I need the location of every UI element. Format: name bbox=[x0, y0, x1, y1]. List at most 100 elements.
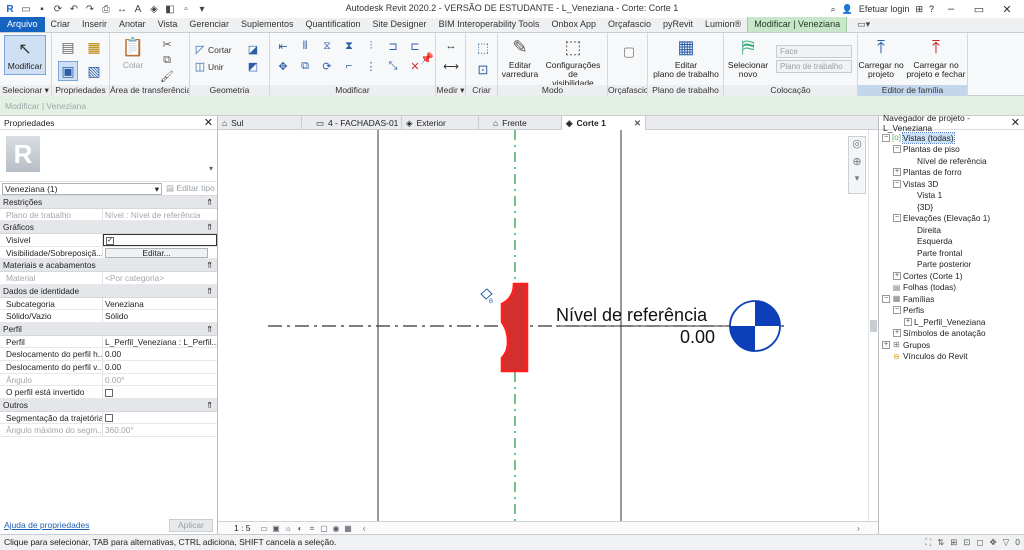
level-elevation[interactable]: 0.00 bbox=[680, 327, 715, 347]
view-tab-exterior[interactable]: ◈ Exterior bbox=[402, 116, 479, 130]
tab-lumion[interactable]: Lumion® bbox=[699, 17, 747, 32]
create-group-icon[interactable]: ⊡ bbox=[474, 61, 492, 79]
paste-button[interactable]: 📋 Colar bbox=[118, 35, 148, 70]
editable-workset-icon[interactable]: ⛶ bbox=[925, 535, 931, 550]
tree-item[interactable]: − Elevações (Elevação 1) bbox=[879, 213, 1024, 225]
section-restricoes[interactable]: Restrições ⇑ bbox=[0, 196, 217, 209]
search-icon[interactable]: ⌕ bbox=[831, 4, 836, 15]
properties-help-link[interactable]: Ajuda de propriedades bbox=[4, 520, 90, 530]
trim-icon[interactable]: ⊐ bbox=[386, 39, 400, 53]
tab-arquivo[interactable]: Arquivo bbox=[0, 17, 45, 32]
collapse-icon[interactable]: − bbox=[893, 214, 901, 223]
work-plane-option[interactable]: Plano de trabalho bbox=[776, 60, 852, 73]
minimize-icon[interactable]: – bbox=[940, 3, 962, 15]
collapse-icon[interactable]: − bbox=[893, 145, 901, 154]
inverted-checkbox[interactable] bbox=[105, 388, 113, 397]
tree-item[interactable]: Vista 1 bbox=[879, 190, 1024, 202]
load-and-close-button[interactable]: ⤒ Carregar no projeto e fechar bbox=[904, 35, 968, 79]
join-label[interactable]: Unir bbox=[208, 62, 224, 72]
section-perfil[interactable]: Perfil ⇑ bbox=[0, 322, 217, 336]
edit-sweep-button[interactable]: ✎ Editar varredura bbox=[500, 35, 540, 79]
properties-icon[interactable]: ▤ bbox=[58, 37, 78, 57]
tab-gerenciar[interactable]: Gerenciar bbox=[183, 17, 235, 32]
visible-checkbox[interactable]: ✓ bbox=[106, 237, 114, 245]
array-icon[interactable]: ⋮ bbox=[364, 59, 378, 73]
expand-icon[interactable]: + bbox=[882, 340, 890, 349]
tree-item[interactable]: − Perfis bbox=[879, 305, 1024, 317]
scale-icon[interactable]: ⤡ bbox=[386, 59, 400, 73]
visibility-settings-button[interactable]: ⬚ Configurações de visibilidade bbox=[540, 35, 606, 88]
tree-item[interactable]: Direita bbox=[879, 224, 1024, 236]
family-types-icon[interactable]: ▣ bbox=[58, 61, 78, 81]
orcafascio-icon[interactable]: ▢ bbox=[620, 43, 638, 61]
close-icon[interactable]: ✕ bbox=[996, 3, 1018, 16]
edit-type-button[interactable]: ▤ Editar tipo bbox=[166, 183, 215, 194]
annotation-icon[interactable]: A bbox=[131, 2, 145, 16]
view-tab-sul[interactable]: ⌂ Sul bbox=[218, 116, 302, 130]
edit-work-plane-button[interactable]: ▦ Editar plano de trabalho bbox=[650, 35, 722, 79]
face-option[interactable]: Face bbox=[776, 45, 852, 58]
collapse-icon[interactable]: − bbox=[882, 294, 890, 303]
collapse-icon[interactable]: − bbox=[893, 179, 901, 188]
help-icon[interactable]: ? bbox=[929, 4, 934, 14]
tree-item[interactable]: + ⊞ Grupos bbox=[879, 339, 1024, 351]
collapse-icon[interactable]: − bbox=[882, 133, 890, 142]
offset-icon[interactable]: ⫴ bbox=[298, 39, 312, 53]
scroll-thumb[interactable] bbox=[870, 320, 877, 332]
tree-item[interactable]: − Vistas 3D bbox=[879, 178, 1024, 190]
tree-item[interactable]: Nível de referência bbox=[879, 155, 1024, 167]
view-tab-fachadas[interactable]: ▭ 4 - FACHADAS-01 bbox=[302, 116, 402, 130]
cart-icon[interactable]: ⊞ bbox=[915, 4, 923, 15]
user-icon[interactable]: 👤 bbox=[842, 4, 853, 15]
tab-quantification[interactable]: Quantification bbox=[299, 17, 366, 32]
tree-item[interactable]: + Cortes (Corte 1) bbox=[879, 270, 1024, 282]
apply-button[interactable]: Aplicar bbox=[169, 518, 213, 532]
copy-element-icon[interactable]: ⧉ bbox=[298, 59, 312, 73]
level-name[interactable]: Nível de referência bbox=[556, 305, 708, 325]
paint-icon[interactable]: ◩ bbox=[246, 59, 260, 73]
temporary-hide-icon[interactable]: ◉ bbox=[331, 524, 342, 533]
tree-item[interactable]: Parte frontal bbox=[879, 247, 1024, 259]
maximize-icon[interactable]: ▭ bbox=[968, 3, 990, 16]
filter-icon[interactable]: ▽ bbox=[1003, 535, 1010, 550]
shadows-icon[interactable]: ◐ bbox=[295, 524, 306, 533]
browser-close-icon[interactable]: ✕ bbox=[1011, 116, 1020, 129]
measure-distance-icon[interactable]: ↔ bbox=[444, 39, 458, 53]
move-icon[interactable]: ✥ bbox=[276, 59, 290, 73]
pin-icon[interactable]: 📌 bbox=[420, 51, 434, 65]
dimension-icon[interactable]: ⟷ bbox=[443, 59, 459, 73]
view-tab-frente[interactable]: ⌂ Frente bbox=[479, 116, 562, 130]
family-category-icon[interactable]: ▧ bbox=[84, 61, 104, 81]
tree-item[interactable]: Parte posterior bbox=[879, 259, 1024, 271]
tab-orcafascio[interactable]: Orçafascio bbox=[602, 17, 657, 32]
measure-icon[interactable]: ↔ bbox=[115, 2, 129, 16]
copy-icon[interactable]: ⧉ bbox=[160, 53, 174, 67]
tree-item[interactable]: + Símbolos de anotação bbox=[879, 328, 1024, 340]
expand-icon[interactable]: + bbox=[904, 317, 912, 326]
expand-icon[interactable]: + bbox=[893, 168, 901, 177]
expand-icon[interactable]: + bbox=[893, 329, 901, 338]
create-similar-icon[interactable]: ⬚ bbox=[474, 39, 492, 57]
type-properties-icon[interactable]: ▦ bbox=[84, 37, 104, 57]
split-face-icon[interactable]: ◪ bbox=[246, 42, 260, 56]
type-dropdown-icon[interactable]: ▾ bbox=[209, 164, 213, 173]
section-materiais[interactable]: Materiais e acabamentos ⇑ bbox=[0, 259, 217, 273]
tab-modificar-veneziana[interactable]: Modificar | Veneziana bbox=[747, 17, 848, 32]
scroll-left-icon[interactable]: ‹ bbox=[359, 524, 370, 533]
nav-dropdown-icon[interactable]: ▾ bbox=[849, 173, 865, 191]
tab-criar[interactable]: Criar bbox=[45, 17, 77, 32]
zoom-icon[interactable]: ⊕ bbox=[849, 155, 865, 173]
tab-pyrevit[interactable]: pyRevit bbox=[657, 17, 699, 32]
section-identidade[interactable]: Dados de identidade ⇑ bbox=[0, 284, 217, 298]
cope-icon[interactable]: ◸ bbox=[193, 42, 207, 56]
join-icon[interactable]: ◫ bbox=[193, 59, 207, 73]
view-scale[interactable]: 1 : 5 bbox=[218, 523, 259, 533]
undo-icon[interactable]: ↶ bbox=[67, 2, 81, 16]
show-crop-icon[interactable]: ▢ bbox=[319, 524, 330, 533]
face-select-icon[interactable]: ◻ bbox=[977, 535, 984, 550]
trim-corner-icon[interactable]: ⌐ bbox=[342, 59, 356, 73]
modify-button[interactable]: ↖ Modificar bbox=[4, 35, 46, 75]
crop-view-icon[interactable]: ⌗ bbox=[307, 524, 318, 533]
tab-vista[interactable]: Vista bbox=[152, 17, 184, 32]
tab-suplementos[interactable]: Suplementos bbox=[235, 17, 300, 32]
